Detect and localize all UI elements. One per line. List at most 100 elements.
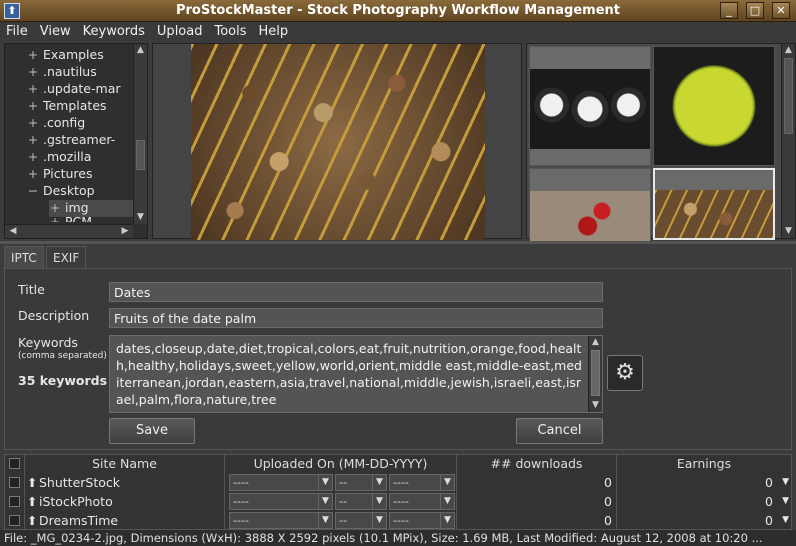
earnings-cell[interactable]: 0 ▼ — [617, 492, 791, 511]
menu-help[interactable]: Help — [253, 22, 295, 42]
day-value: -- — [339, 514, 347, 527]
month-select[interactable]: ---- ▼ — [229, 512, 333, 529]
tab-exif[interactable]: EXIF — [46, 246, 87, 268]
thumbnail-lime[interactable] — [653, 46, 775, 166]
select-all-header[interactable] — [5, 455, 25, 473]
title-field[interactable]: Dates — [109, 282, 603, 302]
upload-table[interactable]: Site Name Uploaded On (MM-DD-YYYY) ## do… — [4, 454, 792, 530]
month-select[interactable]: ---- ▼ — [229, 474, 333, 491]
folder-tree[interactable]: + Examples + .nautilus + .update-mar + T… — [4, 43, 148, 239]
tree-horizontal-scrollbar[interactable]: ◀ ▶ — [5, 224, 133, 238]
expand-icon[interactable]: + — [27, 115, 39, 130]
menu-upload[interactable]: Upload — [151, 22, 209, 42]
menu-keywords[interactable]: Keywords — [77, 22, 151, 42]
expand-icon[interactable]: + — [27, 47, 39, 62]
downloads-cell[interactable]: 0 — [457, 511, 617, 530]
expand-icon[interactable]: + — [49, 200, 61, 215]
scroll-up-icon[interactable]: ▲ — [134, 44, 147, 57]
earnings-cell[interactable]: 0 ▼ — [617, 473, 791, 492]
cancel-button[interactable]: Cancel — [516, 418, 603, 444]
select-all-checkbox[interactable] — [9, 458, 20, 469]
header-site-name[interactable]: Site Name — [25, 455, 225, 473]
row-checkbox-cell[interactable] — [5, 511, 25, 530]
table-row[interactable]: ⬆ ShutterStock ---- ▼ -- ▼ ---- ▼ 0 0 ▼ — [5, 473, 791, 492]
dropdown-arrow-icon[interactable]: ▼ — [440, 475, 454, 490]
menu-tools[interactable]: Tools — [208, 22, 252, 42]
tree-vertical-scrollbar[interactable]: ▲ ▼ — [133, 44, 147, 224]
scroll-left-icon[interactable]: ◀ — [7, 225, 19, 238]
row-checkbox[interactable] — [9, 496, 20, 507]
downloads-cell[interactable]: 0 — [457, 492, 617, 511]
month-select[interactable]: ---- ▼ — [229, 493, 333, 510]
dropdown-arrow-icon[interactable]: ▼ — [318, 513, 332, 528]
dropdown-arrow-icon[interactable]: ▼ — [372, 475, 386, 490]
scroll-thumb[interactable] — [591, 350, 600, 396]
expand-icon[interactable]: + — [27, 98, 39, 113]
row-checkbox[interactable] — [9, 477, 20, 488]
menu-file[interactable]: File — [0, 22, 34, 42]
row-checkbox-cell[interactable] — [5, 473, 25, 492]
close-icon[interactable]: ✕ — [772, 2, 790, 19]
thumbnail-berries[interactable] — [529, 168, 651, 241]
day-select[interactable]: -- ▼ — [335, 474, 387, 491]
thumbnail-dates-selected[interactable] — [653, 168, 775, 240]
dropdown-arrow-icon[interactable]: ▼ — [782, 473, 789, 492]
downloads-cell[interactable]: 0 — [457, 473, 617, 492]
scroll-down-icon[interactable]: ▼ — [134, 211, 147, 224]
minimize-icon[interactable]: _ — [720, 2, 738, 19]
dropdown-arrow-icon[interactable]: ▼ — [372, 513, 386, 528]
upload-arrow-icon[interactable]: ⬆ — [27, 511, 37, 530]
keywords-scrollbar[interactable]: ▲ ▼ — [588, 336, 602, 412]
tree-item[interactable]: + PCM — [49, 214, 145, 222]
expand-icon[interactable]: + — [27, 81, 39, 96]
day-select[interactable]: -- ▼ — [335, 512, 387, 529]
table-row[interactable]: ⬆ iStockPhoto ---- ▼ -- ▼ ---- ▼ 0 0 ▼ — [5, 492, 791, 511]
dropdown-arrow-icon[interactable]: ▼ — [318, 494, 332, 509]
thumbnail-sushi[interactable] — [529, 46, 651, 166]
save-button[interactable]: Save — [109, 418, 195, 444]
row-checkbox-cell[interactable] — [5, 492, 25, 511]
expand-icon[interactable]: + — [49, 214, 61, 222]
scroll-right-icon[interactable]: ▶ — [119, 225, 131, 238]
keywords-textarea[interactable]: dates,closeup,date,diet,tropical,colors,… — [109, 335, 603, 413]
expand-icon[interactable]: + — [27, 64, 39, 79]
expand-icon[interactable]: + — [27, 149, 39, 164]
expand-icon[interactable]: + — [27, 132, 39, 147]
earnings-cell[interactable]: 0 ▼ — [617, 511, 791, 530]
splitter[interactable] — [0, 241, 796, 244]
table-row[interactable]: ⬆ DreamsTime ---- ▼ -- ▼ ---- ▼ 0 0 ▼ — [5, 511, 791, 530]
description-field[interactable]: Fruits of the date palm — [109, 308, 603, 328]
day-select[interactable]: -- ▼ — [335, 493, 387, 510]
year-select[interactable]: ---- ▼ — [389, 474, 455, 491]
collapse-icon[interactable]: − — [27, 183, 39, 198]
scroll-down-icon[interactable]: ▼ — [782, 225, 795, 238]
site-name-cell: ⬆ iStockPhoto — [25, 492, 225, 511]
keywords-count: 35 keywords — [18, 373, 108, 388]
dropdown-arrow-icon[interactable]: ▼ — [372, 494, 386, 509]
upload-arrow-icon[interactable]: ⬆ — [27, 492, 37, 511]
year-select[interactable]: ---- ▼ — [389, 512, 455, 529]
tab-iptc[interactable]: IPTC — [4, 246, 44, 268]
dropdown-arrow-icon[interactable]: ▼ — [782, 511, 789, 530]
dropdown-arrow-icon[interactable]: ▼ — [782, 492, 789, 511]
expand-icon[interactable]: + — [27, 166, 39, 181]
dropdown-arrow-icon[interactable]: ▼ — [440, 513, 454, 528]
maximize-icon[interactable]: □ — [746, 2, 764, 19]
scroll-down-icon[interactable]: ▼ — [589, 399, 602, 412]
scroll-up-icon[interactable]: ▲ — [782, 44, 795, 57]
header-uploaded-on[interactable]: Uploaded On (MM-DD-YYYY) — [225, 455, 457, 473]
scroll-thumb[interactable] — [136, 140, 145, 170]
row-checkbox[interactable] — [9, 515, 20, 526]
header-earnings[interactable]: Earnings — [617, 455, 791, 473]
dropdown-arrow-icon[interactable]: ▼ — [318, 475, 332, 490]
scroll-up-icon[interactable]: ▲ — [589, 336, 602, 349]
thumbnail-grid[interactable]: ▲ ▼ — [526, 43, 796, 241]
dropdown-arrow-icon[interactable]: ▼ — [440, 494, 454, 509]
upload-arrow-icon[interactable]: ⬆ — [27, 473, 37, 492]
thumbnail-scrollbar[interactable]: ▲ ▼ — [781, 44, 795, 238]
year-select[interactable]: ---- ▼ — [389, 493, 455, 510]
gears-icon[interactable]: ⚙ — [607, 355, 643, 391]
menu-view[interactable]: View — [34, 22, 77, 42]
scroll-thumb[interactable] — [784, 58, 793, 134]
header-downloads[interactable]: ## downloads — [457, 455, 617, 473]
